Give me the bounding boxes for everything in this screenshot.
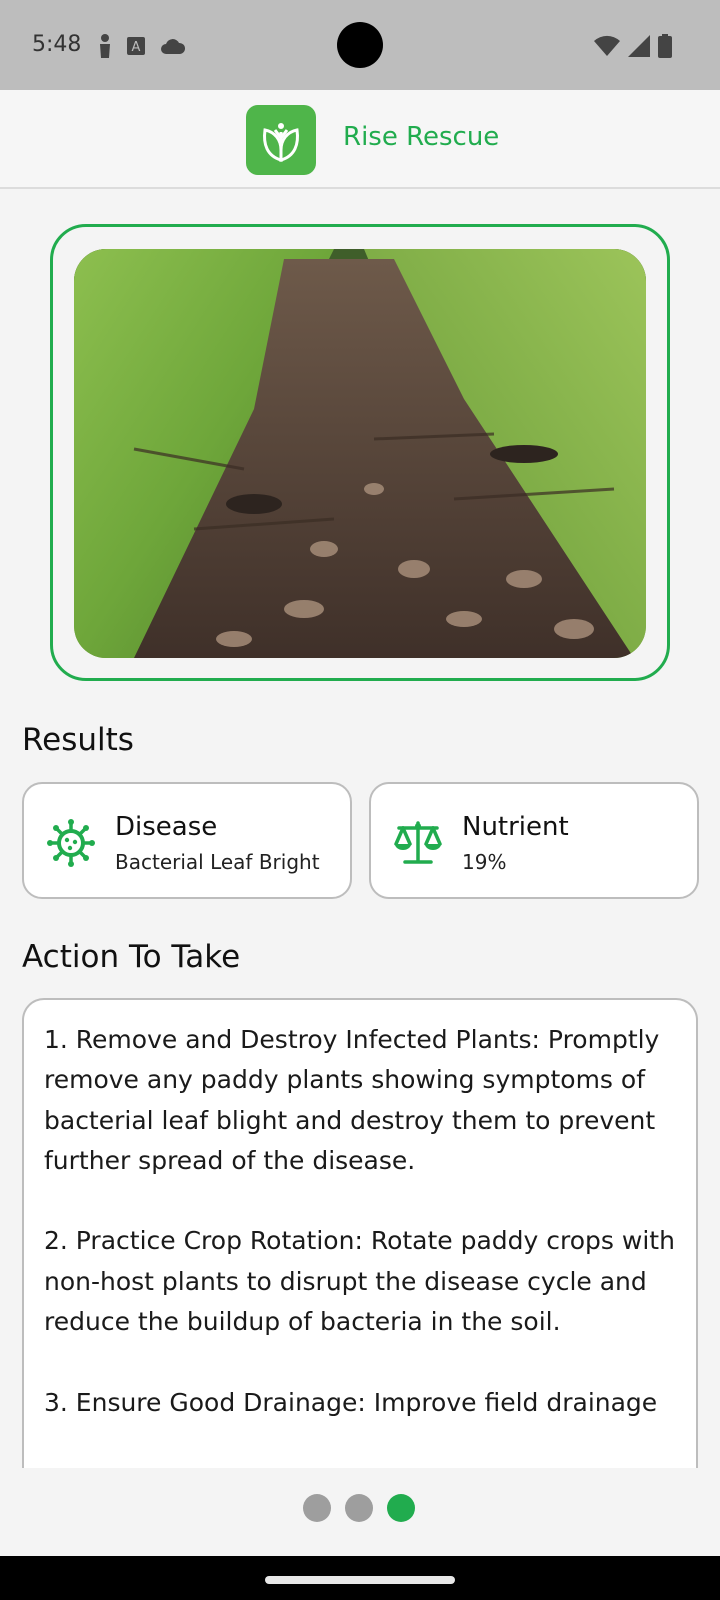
action-title: Action To Take (22, 939, 241, 975)
nutrient-value: 19% (462, 850, 507, 874)
wifi-icon (594, 35, 620, 56)
plant-photo (74, 249, 646, 658)
disease-value: Bacterial Leaf Bright (115, 850, 320, 874)
app-title: Rise Rescue (343, 122, 500, 152)
virus-icon (47, 819, 95, 867)
scale-icon (394, 821, 442, 864)
action-text-box[interactable]: 1. Remove and Destroy Infected Plants: P… (22, 998, 698, 1468)
image-preview-card[interactable] (50, 224, 670, 681)
status-bar: 5:48 A (0, 0, 720, 90)
page-dot-3-active[interactable] (387, 1494, 415, 1522)
signal-icon (628, 35, 650, 57)
page-indicator (303, 1494, 415, 1522)
nutrient-label: Nutrient (462, 812, 569, 842)
app-header: Rise Rescue (0, 90, 720, 189)
status-icons-right (594, 34, 672, 58)
disease-label: Disease (115, 812, 218, 842)
disease-card[interactable]: Disease Bacterial Leaf Bright (22, 782, 352, 899)
home-gesture-handle[interactable] (265, 1576, 455, 1584)
page-dot-1[interactable] (303, 1494, 331, 1522)
cloud-icon (161, 39, 186, 54)
action-text: 1. Remove and Destroy Infected Plants: P… (44, 1025, 675, 1417)
camera-cutout (337, 22, 383, 68)
status-time: 5:48 (32, 32, 82, 57)
page-dot-2[interactable] (345, 1494, 373, 1522)
person-icon (100, 34, 110, 58)
leaf-logo-icon (246, 105, 316, 175)
status-icons-left: A (98, 34, 186, 58)
nutrient-card[interactable]: Nutrient 19% (369, 782, 699, 899)
battery-icon (658, 34, 672, 58)
navigation-bar (0, 1556, 720, 1600)
text-a-icon: A (127, 37, 145, 55)
svg-text:A: A (132, 40, 141, 55)
results-title: Results (22, 722, 134, 758)
